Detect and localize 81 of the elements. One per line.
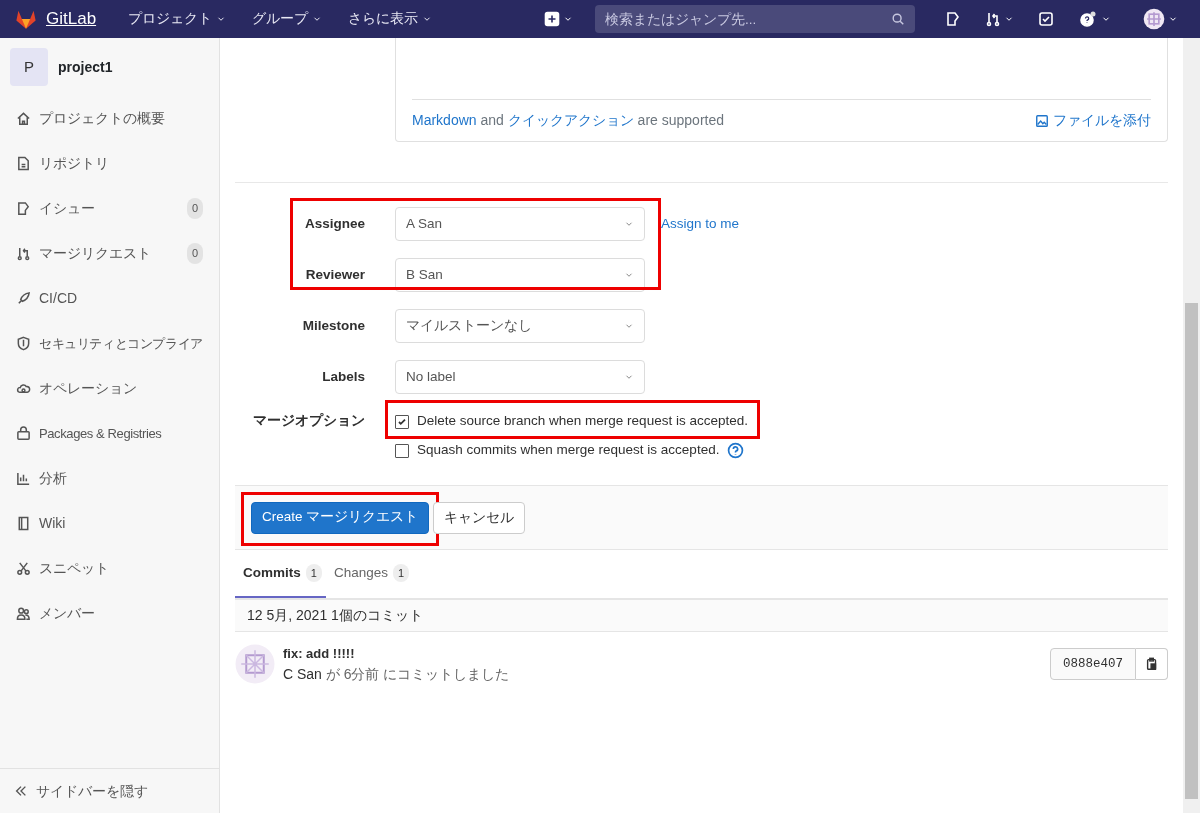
select-dropdown[interactable]: A San [395,207,645,241]
sidebar-item[interactable]: オペレーション [0,366,219,411]
package-icon [16,426,31,441]
attach-file-link[interactable]: ファイルを添付 [1035,110,1151,131]
bar-chart-icon [16,471,31,486]
scrollbar[interactable] [1183,38,1200,813]
todo-icon [1038,11,1054,27]
select-dropdown[interactable]: マイルストーンなし [395,309,645,343]
count-badge: 0 [186,198,203,219]
count-badge: 1 [393,563,410,583]
double-chevron-icon [14,784,28,798]
sidebar-item[interactable]: セキュリティとコンプライア [0,321,219,366]
selected-value: A San [406,214,443,233]
avatar-icon [1143,8,1165,30]
clipboard-icon [1144,657,1159,672]
select-dropdown[interactable]: B San [395,258,645,292]
commit-byline: C San が 6分前 にコミットしました [283,664,511,684]
home-icon [16,111,31,126]
selected-value: マイルストーンなし [406,316,532,335]
assign-link[interactable]: Assign to me [661,213,740,235]
nav-menu[interactable]: さらに表示 [338,4,443,34]
sidebar-item[interactable]: 分析 [0,456,219,501]
collapse-sidebar-button[interactable]: サイドバーを隠す [0,768,219,813]
create-button[interactable]: Create マージリクエスト [251,501,430,534]
sidebar-item[interactable]: Packages & Registries [0,411,219,456]
commit-title[interactable]: fix: add !!!!! [283,644,1050,664]
book-icon [16,516,31,531]
merge-request-icon [16,246,31,261]
nav-menu[interactable]: グループ [242,4,333,34]
checkbox-label: Delete source branch when merge request is accepted. [417,412,748,431]
help-link[interactable]: Markdown [412,112,477,128]
commit-sha[interactable]: 0888e407 [1050,648,1136,681]
sidebar-item[interactable]: プロジェクトの概要 [0,96,219,141]
sidebar-item[interactable]: イシュー 0 [0,186,219,231]
commit-date-header: 12 5月, 2021 1個のコミット [247,606,423,625]
plus-icon [544,11,560,27]
project-avatar: P [10,48,48,86]
editor-hint: Markdown and クイックアクション are supported [412,111,725,130]
field-label: Reviewer [304,265,365,284]
selected-value: No label [406,367,456,386]
issues-icon [945,11,961,27]
field-label: Labels [321,367,365,386]
cloud-icon [16,381,31,396]
sidebar-item[interactable]: メンバー [0,591,219,636]
help-icon [1078,11,1098,27]
author-link[interactable]: C San [283,665,322,682]
sidebar-item[interactable]: リポジトリ [0,141,219,186]
fox-logo-icon [14,8,38,30]
checkbox[interactable] [395,414,409,429]
help-icon[interactable] [727,442,745,459]
cancel-button[interactable]: キャンセル [433,501,526,534]
count-badge: 0 [186,243,203,264]
copy-button[interactable] [1136,648,1168,681]
selected-value: B San [406,265,443,284]
select-dropdown[interactable]: No label [395,360,645,394]
search-field[interactable]: 検索またはジャンプ先... [595,5,915,33]
count-badge: 1 [305,563,322,583]
sidebar-item[interactable]: Wiki [0,501,219,546]
document-icon [16,156,31,171]
tab[interactable]: Changes 1 [326,550,418,598]
shield-icon [16,336,31,351]
sidebar-item[interactable]: スニペット [0,546,219,591]
field-label: マージオプション [252,412,365,430]
sidebar-item[interactable]: CI/CD [0,276,219,321]
users-icon [16,606,31,621]
merge-requests-icon [985,11,1001,27]
help-link[interactable]: クイックアクション [507,112,634,128]
avatar-icon [235,644,275,685]
field-label: Assignee [303,214,365,233]
search-icon [891,12,905,26]
brand-link[interactable]: GitLab [14,6,97,32]
field-label: Milestone [301,316,365,335]
brand-name: GitLab [46,8,97,31]
image-icon [1035,113,1049,128]
project-name[interactable]: project1 [58,56,113,78]
sidebar-item[interactable]: マージリクエスト 0 [0,231,219,276]
nav-menu[interactable]: プロジェクト [118,4,237,34]
issue-icon [16,201,31,216]
checkbox-label: Squash commits when merge request is accepted. [417,441,720,460]
scissors-icon [16,561,31,576]
checkbox[interactable] [395,443,409,458]
